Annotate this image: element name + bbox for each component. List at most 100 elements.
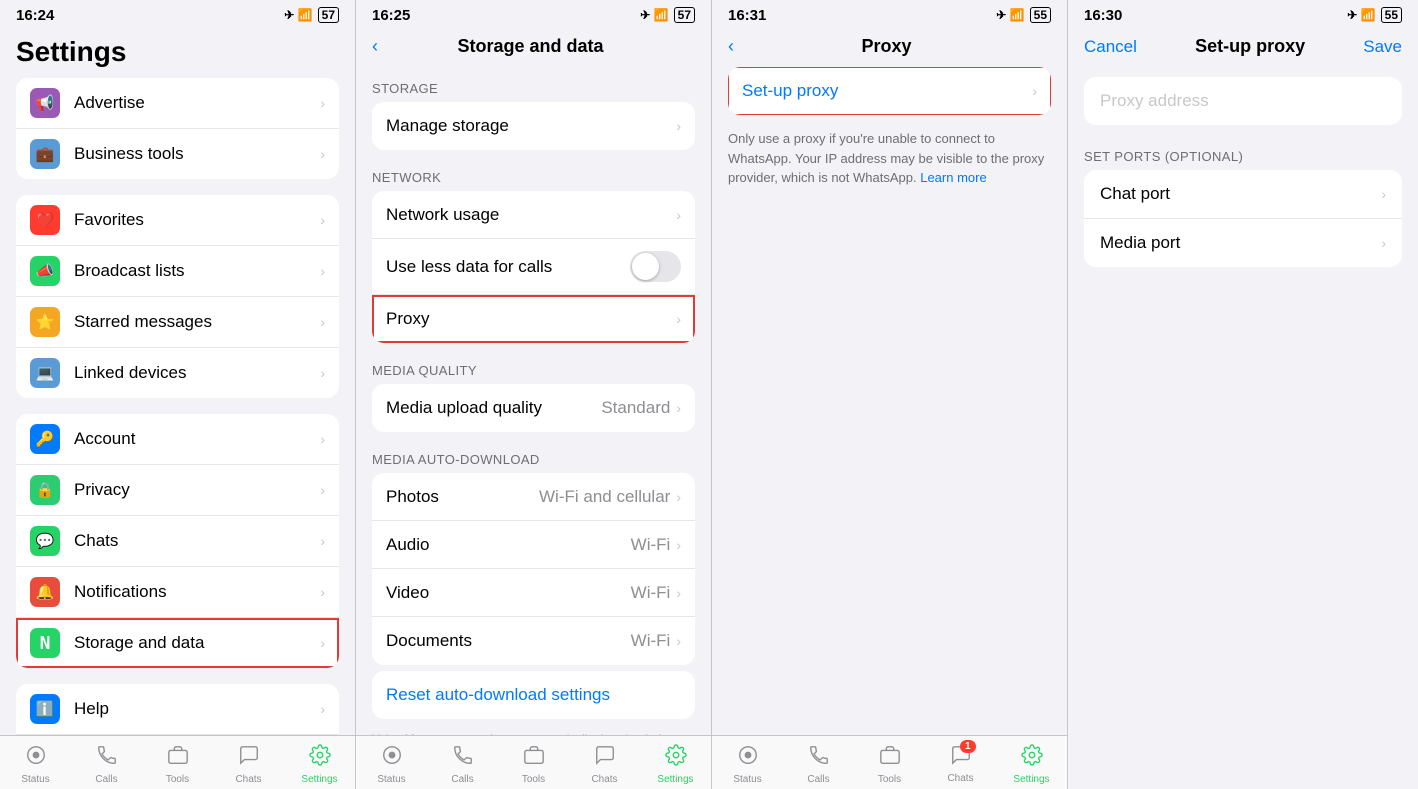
manage-storage-chevron: › xyxy=(676,118,681,134)
tab-settings-3[interactable]: Settings xyxy=(996,744,1067,785)
audio-row[interactable]: Audio Wi-Fi › xyxy=(372,521,695,569)
network-usage-row[interactable]: Network usage › xyxy=(372,191,695,239)
time-2: 16:25 xyxy=(372,7,410,24)
notifications-chevron: › xyxy=(320,584,325,600)
storage-icon: N xyxy=(30,628,60,658)
time-3: 16:31 xyxy=(728,7,766,24)
tools-tab-icon-2 xyxy=(523,744,545,772)
documents-row[interactable]: Documents Wi-Fi › xyxy=(372,617,695,665)
sidebar-item-linked[interactable]: 💻 Linked devices › xyxy=(16,348,339,398)
tab-calls-2[interactable]: Calls xyxy=(427,744,498,785)
status-bar-2: 16:25 ✈ 📶 57 xyxy=(356,0,711,28)
sidebar-item-broadcast-lists[interactable]: 📣 Broadcast lists › xyxy=(16,246,339,297)
tab-tools-2[interactable]: Tools xyxy=(498,744,569,785)
tab-status-2[interactable]: Status xyxy=(356,744,427,785)
status-bar-3: 16:31 ✈ 📶 55 xyxy=(712,0,1067,28)
back-button-2[interactable]: ‹ xyxy=(372,36,378,57)
ports-list: Chat port › Media port › xyxy=(1084,170,1402,267)
manage-storage-label: Manage storage xyxy=(386,116,676,136)
tab-chats-1[interactable]: Chats xyxy=(213,744,284,785)
tab-chats-2[interactable]: Chats xyxy=(569,744,640,785)
video-row[interactable]: Video Wi-Fi › xyxy=(372,569,695,617)
photos-label: Photos xyxy=(386,487,539,507)
favorites-icon: ❤️ xyxy=(30,205,60,235)
setup-proxy-row[interactable]: Set-up proxy › xyxy=(728,67,1051,115)
settings-group-2: ❤️ Favorites › 📣 Broadcast lists › ⭐ Sta… xyxy=(16,195,339,398)
reset-label: Reset auto-download settings xyxy=(386,685,681,705)
use-less-data-label: Use less data for calls xyxy=(386,257,630,277)
tab-bar-2: Status Calls Tools Chats Settings xyxy=(356,735,711,789)
tab-settings-1[interactable]: Settings xyxy=(284,744,355,785)
account-icon: 🔑 xyxy=(30,424,60,454)
storage-chevron: › xyxy=(320,635,325,651)
settings-panel: 16:24 ✈ 📶 57 Settings 📢 Advertise › 💼 Bu… xyxy=(0,0,356,789)
starred-label: Starred messages xyxy=(74,312,320,332)
network-group: Network usage › Use less data for calls … xyxy=(372,191,695,343)
network-usage-label: Network usage xyxy=(386,205,676,225)
use-less-data-row[interactable]: Use less data for calls xyxy=(372,239,695,295)
photos-row[interactable]: Photos Wi-Fi and cellular › xyxy=(372,473,695,521)
storage-nav-title: Storage and data xyxy=(386,36,675,57)
audio-label: Audio xyxy=(386,535,631,555)
toggle-knob xyxy=(632,253,659,280)
sidebar-item-favorites[interactable]: ❤️ Favorites › xyxy=(16,195,339,246)
proxy-address-input[interactable] xyxy=(1084,77,1402,125)
media-port-row[interactable]: Media port › xyxy=(1084,219,1402,267)
tab-status-1[interactable]: Status xyxy=(0,744,71,785)
chat-port-label: Chat port xyxy=(1100,184,1381,204)
sidebar-item-starred[interactable]: ⭐ Starred messages › xyxy=(16,297,339,348)
tab-tools-3[interactable]: Tools xyxy=(854,744,925,785)
chat-port-chevron: › xyxy=(1381,186,1386,202)
photos-value: Wi-Fi and cellular xyxy=(539,487,670,507)
tab-tools-label-3: Tools xyxy=(878,774,901,785)
tab-calls-3[interactable]: Calls xyxy=(783,744,854,785)
photos-chevron: › xyxy=(676,489,681,505)
tab-calls-1[interactable]: Calls xyxy=(71,744,142,785)
reset-row[interactable]: Reset auto-download settings xyxy=(372,671,695,719)
sidebar-item-chats[interactable]: 💬 Chats › xyxy=(16,516,339,567)
proxy-label: Proxy xyxy=(386,309,676,329)
sidebar-item-account[interactable]: 🔑 Account › xyxy=(16,414,339,465)
sidebar-item-business-tools[interactable]: 💼 Business tools › xyxy=(16,129,339,179)
cancel-button[interactable]: Cancel xyxy=(1084,37,1137,57)
media-upload-quality-row[interactable]: Media upload quality Standard › xyxy=(372,384,695,432)
media-quality-group: Media upload quality Standard › xyxy=(372,384,695,432)
storage-section-header: Storage xyxy=(356,67,711,102)
status-bar-4: 16:30 ✈ 📶 55 xyxy=(1068,0,1418,28)
notifications-label: Notifications xyxy=(74,582,320,602)
sidebar-item-notifications[interactable]: 🔔 Notifications › xyxy=(16,567,339,618)
sidebar-item-help[interactable]: ℹ️ Help › xyxy=(16,684,339,735)
tab-tools-1[interactable]: Tools xyxy=(142,744,213,785)
tab-status-3[interactable]: Status xyxy=(712,744,783,785)
chats-tab-icon-wrap-3: 1 xyxy=(950,744,972,771)
learn-more-link[interactable]: Learn more xyxy=(920,170,986,185)
business-tools-icon: 💼 xyxy=(30,139,60,169)
account-label: Account xyxy=(74,429,320,449)
save-button[interactable]: Save xyxy=(1363,37,1402,57)
chat-port-row[interactable]: Chat port › xyxy=(1084,170,1402,219)
tab-settings-2[interactable]: Settings xyxy=(640,744,711,785)
back-button-3[interactable]: ‹ xyxy=(728,36,734,57)
sidebar-item-storage-data[interactable]: N Storage and data › xyxy=(16,618,339,668)
use-less-data-toggle[interactable] xyxy=(630,251,681,282)
tab-status-label-3: Status xyxy=(733,774,761,785)
tab-calls-label-2: Calls xyxy=(451,774,473,785)
manage-storage-row[interactable]: Manage storage › xyxy=(372,102,695,150)
sidebar-item-advertise[interactable]: 📢 Advertise › xyxy=(16,78,339,129)
storage-nav: ‹ Storage and data xyxy=(356,28,711,67)
proxy-row[interactable]: Proxy › xyxy=(372,295,695,343)
help-chevron: › xyxy=(320,701,325,717)
account-chevron: › xyxy=(320,431,325,447)
setup-proxy-label: Set-up proxy xyxy=(742,81,1032,101)
setup-proxy-title: Set-up proxy xyxy=(1137,36,1363,57)
status-tab-icon-3 xyxy=(737,744,759,772)
network-usage-chevron: › xyxy=(676,207,681,223)
linked-label: Linked devices xyxy=(74,363,320,383)
advertise-icon: 📢 xyxy=(30,88,60,118)
status-icons-3: ✈ 📶 55 xyxy=(996,7,1051,23)
sidebar-item-privacy[interactable]: 🔒 Privacy › xyxy=(16,465,339,516)
tab-chats-3[interactable]: 1 Chats xyxy=(925,744,996,785)
tab-bar-3: Status Calls Tools 1 Chats Settings xyxy=(712,735,1067,789)
proxy-chevron: › xyxy=(676,311,681,327)
media-download-header: Media auto-download xyxy=(356,438,711,473)
